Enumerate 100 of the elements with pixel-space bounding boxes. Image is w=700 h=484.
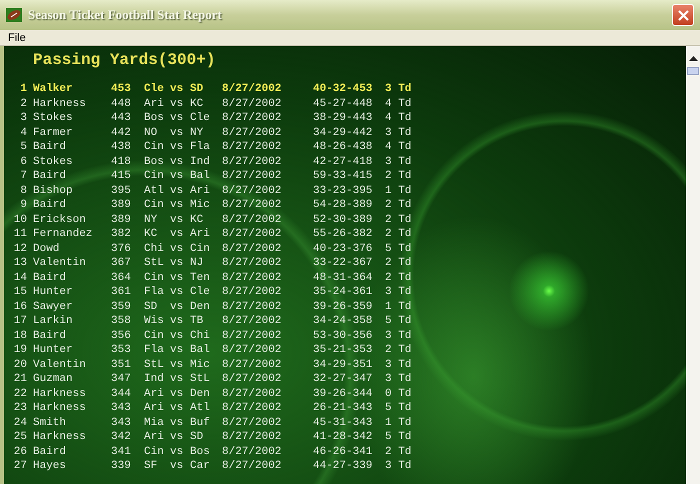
touchdowns-value: 2 Td [385,270,412,285]
opponent-name: NY [190,126,204,140]
touchdowns-value: 4 Td [385,140,412,154]
player-name: Harkness [33,430,86,444]
stat-row[interactable]: 9 Baird 389 Cin vs Mic 8/27/2002 54-28-389 2 Td [6,198,686,212]
passing-line: 34-29-351 [313,358,372,372]
stat-row[interactable]: 7 Baird 415 Cin vs Bal 8/27/2002 59-33-415 2 Td [6,169,686,184]
game-date: 8/27/2002 [222,285,282,300]
player-name: Stokes [33,154,73,169]
team-name: StL [144,256,164,270]
rank-number: 25 [14,430,27,444]
game-date: 8/27/2002 [222,256,282,270]
stat-row[interactable]: 21 Guzman 347 Ind vs StL 8/27/2002 32-27-347 3 Td [6,372,686,386]
passing-line: 46-26-341 [313,444,372,459]
game-date: 8/27/2002 [222,242,282,256]
opponent-name: KC [190,96,204,111]
stat-row[interactable]: 8 Bishop 395 Atl vs Ari 8/27/2002 33-23-395 1 Td [6,184,686,198]
stat-row[interactable]: 17 Larkin 358 Wis vs TB 8/27/2002 34-24-358 5 Td [6,314,686,328]
player-name: Guzman [33,372,73,386]
versus-label: vs [170,328,184,343]
rank-number: 24 [14,416,27,430]
passing-line: 33-22-367 [313,256,372,270]
versus-label: vs [170,242,184,256]
stat-row[interactable]: 20 Valentin 351 StL vs Mic 8/27/2002 34-29-351 3 Td [6,358,686,372]
game-date: 8/27/2002 [222,386,282,401]
touchdowns-value: 2 Td [385,343,412,358]
versus-label: vs [170,459,184,474]
versus-label: vs [170,270,184,285]
passing-line: 40-23-376 [313,242,372,256]
stat-row[interactable]: 4 Farmer 442 NO vs NY 8/27/2002 34-29-442 3 Td [6,126,686,140]
opponent-name: NJ [190,256,204,270]
passing-line: 52-30-389 [313,212,372,227]
scrollbar[interactable] [686,46,700,484]
stat-row[interactable]: 22 Harkness 344 Ari vs Den 8/27/2002 39-26-344 0 Td [6,386,686,401]
opponent-name: Bal [190,343,210,358]
versus-label: vs [170,169,184,184]
touchdowns-value: 2 Td [385,256,412,270]
versus-label: vs [170,444,184,459]
stat-row[interactable]: 3 Stokes 443 Bos vs Cle 8/27/2002 38-29-443 4 Td [6,111,686,126]
stat-row[interactable]: 14 Baird 364 Cin vs Ten 8/27/2002 48-31-364 2 Td [6,270,686,285]
player-name: Harkness [33,96,86,111]
versus-label: vs [170,416,184,430]
stat-row[interactable]: 12 Dowd 376 Chi vs Cin 8/27/2002 40-23-376 5 Td [6,242,686,256]
menu-item[interactable]: File [8,32,26,44]
player-name: Erickson [33,212,86,227]
stat-row[interactable]: 26 Baird 341 Cin vs Bos 8/27/2002 46-26-341 2 Td [6,444,686,459]
stat-row[interactable]: 23 Harkness 343 Ari vs Atl 8/27/2002 26-21-343 5 Td [6,401,686,416]
yards-value: 389 [111,212,131,227]
versus-label: vs [170,227,184,242]
stat-row[interactable]: 19 Hunter 353 Fla vs Bal 8/27/2002 35-21-353 2 Td [6,343,686,358]
game-date: 8/27/2002 [222,300,282,314]
touchdowns-value: 5 Td [385,242,412,256]
versus-label: vs [170,386,184,401]
team-name: Cle [144,82,164,96]
scroll-thumb[interactable] [687,67,699,75]
close-button[interactable] [672,4,694,26]
stat-row[interactable]: 6 Stokes 418 Bos vs Ind 8/27/2002 42-27-418 3 Td [6,154,686,169]
stat-row[interactable]: 11 Fernandez 382 KC vs Ari 8/27/2002 55-26-382 2 Td [6,227,686,242]
rank-number: 5 [20,140,27,154]
player-name: Valentin [33,256,86,270]
passing-line: 39-26-344 [313,386,372,401]
touchdowns-value: 2 Td [385,227,412,242]
stat-row[interactable]: 27 Hayes 339 SF vs Car 8/27/2002 44-27-339 3 Td [6,459,686,474]
touchdowns-value: 3 Td [385,358,412,372]
versus-label: vs [170,212,184,227]
stat-row[interactable]: 13 Valentin 367 StL vs NJ 8/27/2002 33-22-367 2 Td [6,256,686,270]
versus-label: vs [170,285,184,300]
game-date: 8/27/2002 [222,126,282,140]
stat-row[interactable]: 15 Hunter 361 Fla vs Cle 8/27/2002 35-24-361 3 Td [6,285,686,300]
versus-label: vs [170,82,184,96]
stat-row[interactable]: 25 Harkness 342 Ari vs SD 8/27/2002 41-28-342 5 Td [6,430,686,444]
stat-row[interactable]: 16 Sawyer 359 SD vs Den 8/27/2002 39-26-359 1 Td [6,300,686,314]
touchdowns-value: 5 Td [385,401,412,416]
scroll-up-icon[interactable] [688,56,698,61]
player-name: Baird [33,140,66,154]
stat-row[interactable]: 5 Baird 438 Cin vs Fla 8/27/2002 48-26-438 4 Td [6,140,686,154]
rank-number: 8 [20,184,27,198]
game-date: 8/27/2002 [222,184,282,198]
opponent-name: Ind [190,154,210,169]
yards-value: 342 [111,430,131,444]
player-name: Fernandez [33,227,92,242]
stat-row[interactable]: 18 Baird 356 Cin vs Chi 8/27/2002 53-30-356 3 Td [6,328,686,343]
yards-value: 438 [111,140,131,154]
rank-number: 19 [14,343,27,358]
stat-row[interactable]: 2 Harkness 448 Ari vs KC 8/27/2002 45-27-448 4 Td [6,96,686,111]
stat-row[interactable]: 10 Erickson 389 NY vs KC 8/27/2002 52-30-389 2 Td [6,212,686,227]
team-name: Ari [144,430,164,444]
versus-label: vs [170,372,184,386]
rank-number: 12 [14,242,27,256]
passing-line: 48-26-438 [313,140,372,154]
game-date: 8/27/2002 [222,140,282,154]
touchdowns-value: 0 Td [385,386,412,401]
game-date: 8/27/2002 [222,343,282,358]
game-date: 8/27/2002 [222,314,282,328]
stat-row[interactable]: 1 Walker 453 Cle vs SD 8/27/2002 40-32-453 3 Td [6,82,686,96]
team-name: Bos [144,154,164,169]
yards-value: 343 [111,416,131,430]
stat-row[interactable]: 24 Smith 343 Mia vs Buf 8/27/2002 45-31-343 1 Td [6,416,686,430]
rank-number: 1 [20,82,27,96]
game-date: 8/27/2002 [222,82,282,96]
